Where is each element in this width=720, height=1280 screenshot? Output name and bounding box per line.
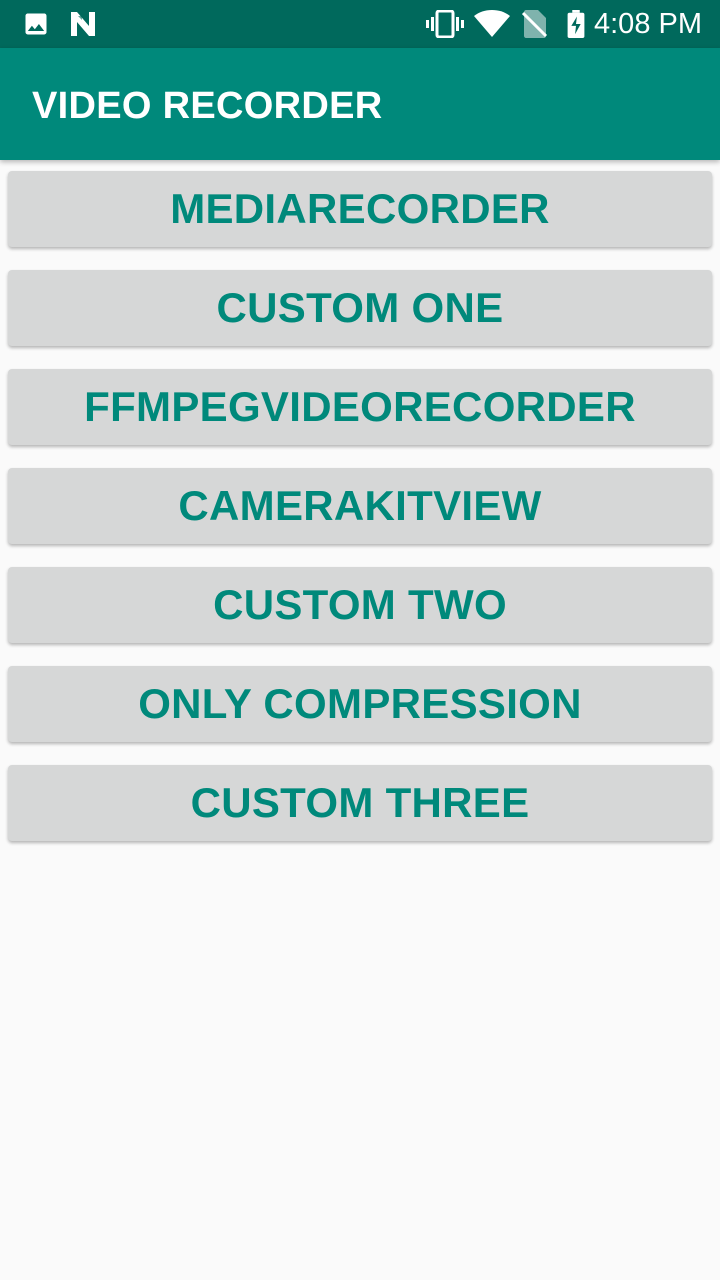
- n-icon: [71, 12, 95, 36]
- no-sim-icon: [522, 10, 548, 38]
- custom-three-button[interactable]: CUSTOM THREE: [8, 765, 712, 841]
- app-bar: VIDEO RECORDER: [0, 48, 720, 160]
- only-compression-button[interactable]: ONLY COMPRESSION: [8, 666, 712, 742]
- custom-two-button[interactable]: CUSTOM TWO: [8, 567, 712, 643]
- vibrate-icon: [426, 10, 464, 38]
- image-icon: [25, 13, 47, 35]
- wifi-icon: [474, 10, 510, 37]
- status-bar: 4:08 PM: [0, 0, 720, 48]
- ffmpegvideorecorder-button[interactable]: FFMPEGVIDEORECORDER: [8, 369, 712, 445]
- camerakitview-button[interactable]: CAMERAKITVIEW: [8, 468, 712, 544]
- battery-charging-icon: [567, 10, 585, 38]
- status-time: 4:08 PM: [594, 8, 702, 40]
- mediarecorder-button[interactable]: MEDIARECORDER: [8, 171, 712, 247]
- custom-one-button[interactable]: CUSTOM ONE: [8, 270, 712, 346]
- app-title: VIDEO RECORDER: [32, 85, 383, 127]
